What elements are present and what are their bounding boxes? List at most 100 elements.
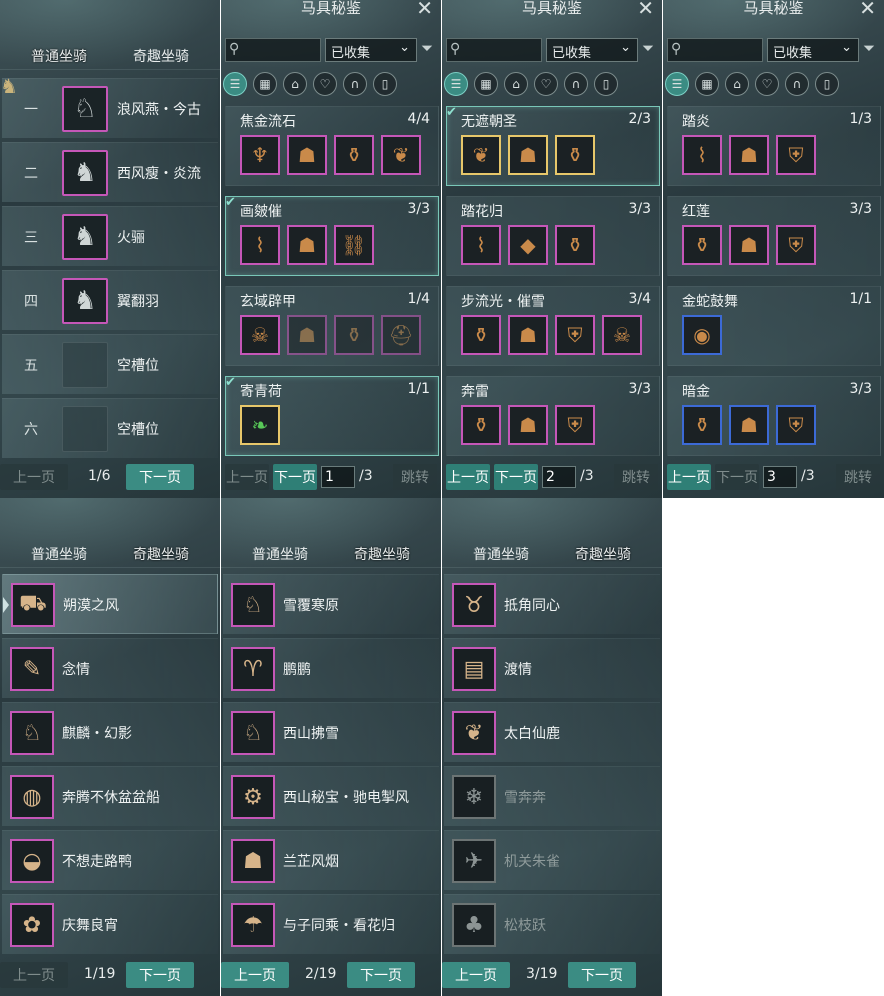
- prev-page-button[interactable]: 上一页: [0, 464, 68, 490]
- jump-button[interactable]: 跳转: [836, 464, 880, 490]
- next-page-button[interactable]: 下一页: [273, 464, 317, 490]
- next-page-button[interactable]: 下一页: [568, 962, 636, 988]
- filter-icon[interactable]: ⏷: [863, 39, 875, 57]
- blue-reins-icon[interactable]: ⌇: [240, 225, 280, 265]
- category-card-icon[interactable]: ▯: [373, 72, 397, 96]
- gear-set-card[interactable]: 踏炎 1/3 ⌇ ☗ ⛨: [667, 106, 881, 186]
- tab-normal-mount[interactable]: 普通坐骑: [31, 44, 87, 69]
- fun-mount-item[interactable]: ❄ 雪奔奔: [444, 766, 660, 826]
- fun-mount-item[interactable]: ✎ 念情: [2, 638, 218, 698]
- collected-filter-select[interactable]: 已收集 ⌄: [546, 38, 638, 62]
- fun-mount-item[interactable]: ♘ 麒麟・幻影: [2, 702, 218, 762]
- fun-mount-item[interactable]: ✈ 机关朱雀: [444, 830, 660, 890]
- category-all-icon[interactable]: ☰: [444, 72, 468, 96]
- next-page-button[interactable]: 下一页: [715, 464, 759, 490]
- category-grid-icon[interactable]: ▦: [474, 72, 498, 96]
- dark-saddle-icon[interactable]: ☗: [729, 135, 769, 175]
- gold-armor-icon[interactable]: ⛨: [555, 405, 595, 445]
- gear-set-card[interactable]: 暗金 3/3 ⚱ ☗ ⛨: [667, 376, 881, 456]
- category-helm-icon[interactable]: ⌂: [504, 72, 528, 96]
- search-input[interactable]: ⚲: [446, 38, 542, 62]
- blue-saddle-icon[interactable]: ☗: [287, 225, 327, 265]
- mount-slot-5[interactable]: 五 空槽位: [2, 334, 218, 394]
- page-number-input[interactable]: 2: [542, 466, 576, 488]
- gold-stirrup-icon[interactable]: ⚱: [461, 315, 501, 355]
- gold-saddle-icon[interactable]: ☗: [729, 225, 769, 265]
- gear-set-card[interactable]: 奔雷 3/3 ⚱ ☗ ⛨: [446, 376, 660, 456]
- fun-mount-item[interactable]: ✿ 庆舞良宵: [2, 894, 218, 954]
- gear-set-card[interactable]: 红莲 3/3 ⚱ ☗ ⛨: [667, 196, 881, 276]
- prev-page-button[interactable]: 上一页: [225, 464, 269, 490]
- collected-filter-select[interactable]: 已收集 ⌄: [325, 38, 417, 62]
- gold-saddle-icon[interactable]: ☗: [508, 405, 548, 445]
- drum-icon[interactable]: ◉: [682, 315, 722, 355]
- gold-saddle-icon[interactable]: ☗: [508, 315, 548, 355]
- prev-page-button[interactable]: 上一页: [667, 464, 711, 490]
- gold-armor-icon[interactable]: ⛨: [555, 315, 595, 355]
- fun-mount-item[interactable]: ▤ 渡情: [444, 638, 660, 698]
- gear-set-card[interactable]: 踏花归 3/3 ⌇ ◆ ⚱: [446, 196, 660, 276]
- category-saddle-icon[interactable]: ♡: [313, 72, 337, 96]
- prev-page-button[interactable]: 上一页: [221, 962, 289, 988]
- gold-helm-icon[interactable]: ♆: [240, 135, 280, 175]
- close-icon[interactable]: ✕: [416, 0, 433, 20]
- gear-set-card[interactable]: 金蛇鼓舞 1/1 ◉: [667, 286, 881, 366]
- mount-slot-6[interactable]: 六 空槽位: [2, 398, 218, 458]
- category-helm-icon[interactable]: ⌂: [283, 72, 307, 96]
- ivory-saddle-icon[interactable]: ☗: [508, 135, 548, 175]
- close-icon[interactable]: ✕: [859, 0, 876, 20]
- ghost-mask-icon[interactable]: ☠: [602, 315, 642, 355]
- blue-chain-icon[interactable]: ⛓: [334, 225, 374, 265]
- gold-saddle-icon[interactable]: ☗: [287, 135, 327, 175]
- jump-button[interactable]: 跳转: [393, 464, 437, 490]
- close-icon[interactable]: ✕: [637, 0, 654, 20]
- fun-mount-item[interactable]: ⚙ 西山秘宝・驰电掣风: [223, 766, 439, 826]
- gear-set-card[interactable]: 步流光・催雪 3/4 ⚱ ☗ ⛨ ☠: [446, 286, 660, 366]
- fun-mount-item[interactable]: ♈ 鹏鹏: [223, 638, 439, 698]
- red-reins-icon[interactable]: ⌇: [461, 225, 501, 265]
- tab-fun-mount[interactable]: 奇趣坐骑: [354, 542, 410, 567]
- filter-icon[interactable]: ⏷: [642, 39, 654, 57]
- category-helm-icon[interactable]: ⌂: [725, 72, 749, 96]
- gold-wing-icon[interactable]: ❦: [381, 135, 421, 175]
- collected-filter-select[interactable]: 已收集 ⌄: [767, 38, 859, 62]
- gold-stirrup-icon[interactable]: ⚱: [461, 405, 501, 445]
- red-saddle-icon[interactable]: ◆: [508, 225, 548, 265]
- category-all-icon[interactable]: ☰: [665, 72, 689, 96]
- next-page-button[interactable]: 下一页: [126, 962, 194, 988]
- gold-stirrup-icon[interactable]: ⚱: [682, 405, 722, 445]
- next-page-button[interactable]: 下一页: [494, 464, 538, 490]
- prev-page-button[interactable]: 上一页: [442, 962, 510, 988]
- page-number-input[interactable]: 1: [321, 466, 355, 488]
- gear-set-card[interactable]: ✔ 寄青荷 1/1 ❧: [225, 375, 439, 456]
- green-leaf-icon[interactable]: ❧: [240, 405, 280, 445]
- dark-saddle-icon[interactable]: ☗: [287, 315, 327, 355]
- gold-stirrup-icon[interactable]: ⚱: [334, 135, 374, 175]
- tab-fun-mount[interactable]: 奇趣坐骑: [133, 44, 189, 69]
- fun-mount-item[interactable]: ◍ 奔腾不休盆盆船: [2, 766, 218, 826]
- fun-mount-item[interactable]: ♘ 雪覆寒原: [223, 574, 439, 634]
- mount-slot-4[interactable]: 四 ♞ 翼翻羽: [2, 270, 218, 330]
- gear-set-card[interactable]: 玄域辟甲 1/4 ☠ ☗ ⚱ ⛑: [225, 286, 439, 366]
- category-card-icon[interactable]: ▯: [815, 72, 839, 96]
- filter-icon[interactable]: ⏷: [421, 39, 433, 57]
- fun-mount-item[interactable]: ⛟ 朔漠之风: [2, 574, 218, 634]
- category-all-icon[interactable]: ☰: [223, 72, 247, 96]
- fun-mount-item[interactable]: ♘ 西山拂雪: [223, 702, 439, 762]
- gold-armor-icon[interactable]: ⛨: [776, 225, 816, 265]
- category-stirrup-icon[interactable]: ∩: [343, 72, 367, 96]
- red-helm-icon[interactable]: ⛑: [381, 315, 421, 355]
- silver-stirrup-icon[interactable]: ⚱: [555, 135, 595, 175]
- category-saddle-icon[interactable]: ♡: [755, 72, 779, 96]
- prev-page-button[interactable]: 上一页: [0, 962, 68, 988]
- gold-armor-icon[interactable]: ⛨: [776, 135, 816, 175]
- category-saddle-icon[interactable]: ♡: [534, 72, 558, 96]
- fun-mount-item[interactable]: ♉ 抵角同心: [444, 574, 660, 634]
- mount-slot-2[interactable]: 二 ♞ 西风瘦・炎流: [2, 142, 218, 202]
- gear-set-card[interactable]: 焦金流石 4/4 ♆ ☗ ⚱ ❦: [225, 106, 439, 186]
- fun-mount-item[interactable]: ☂ 与子同乘・看花归: [223, 894, 439, 954]
- mount-slot-3[interactable]: 三 ♞ 火骊: [2, 206, 218, 266]
- search-input[interactable]: ⚲: [225, 38, 321, 62]
- dark-reins-icon[interactable]: ⌇: [682, 135, 722, 175]
- teal-stirrup-icon[interactable]: ⚱: [555, 225, 595, 265]
